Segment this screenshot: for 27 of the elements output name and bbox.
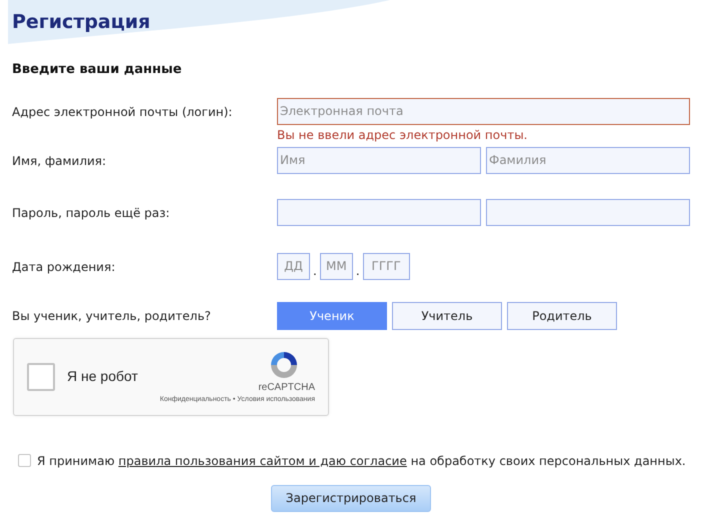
password-repeat-field[interactable] [486, 198, 690, 226]
field-label: Дата рождения: [12, 258, 116, 276]
captcha-brand: reCAPTCHA [258, 380, 315, 394]
date-separator: . [356, 262, 360, 280]
terms-link[interactable]: правила пользования сайтом и даю согласие [118, 454, 407, 468]
date-part-field[interactable]: ММ [320, 252, 353, 280]
captcha-checkbox[interactable] [27, 362, 55, 390]
field-label: Вы ученик, учитель, родитель? [12, 308, 212, 324]
role-option-button[interactable]: Родитель [507, 302, 617, 330]
date-separator: . [313, 262, 317, 280]
date-part-field[interactable]: ДД [277, 252, 310, 280]
agreement-text: Я принимаю правила пользования сайтом и даю согласие на обработку своих персональных данных. [37, 452, 686, 470]
last-name-field[interactable]: Фамилия [486, 146, 690, 174]
date-part-field[interactable]: ГГГГ [362, 252, 410, 280]
error-message: Вы не ввели адрес электронной почты. [277, 126, 528, 144]
agreement-checkbox[interactable] [18, 454, 31, 467]
role-option-button[interactable]: Учитель [392, 302, 502, 330]
section-heading: Введите ваши данные [12, 61, 183, 79]
email-field[interactable]: Электронная почта [277, 98, 690, 124]
page-title: Регистрация [12, 10, 150, 35]
password-field[interactable] [277, 198, 481, 226]
register-button[interactable]: Зарегистрироваться [270, 484, 432, 512]
first-name-field[interactable]: Имя [277, 146, 481, 174]
field-label: Пароль, пароль ещё раз: [12, 204, 171, 222]
field-label: Имя, фамилия: [12, 152, 108, 170]
captcha-label: Я не робот [67, 367, 139, 386]
field-label: Адрес электронной почты (логин): [12, 104, 234, 120]
